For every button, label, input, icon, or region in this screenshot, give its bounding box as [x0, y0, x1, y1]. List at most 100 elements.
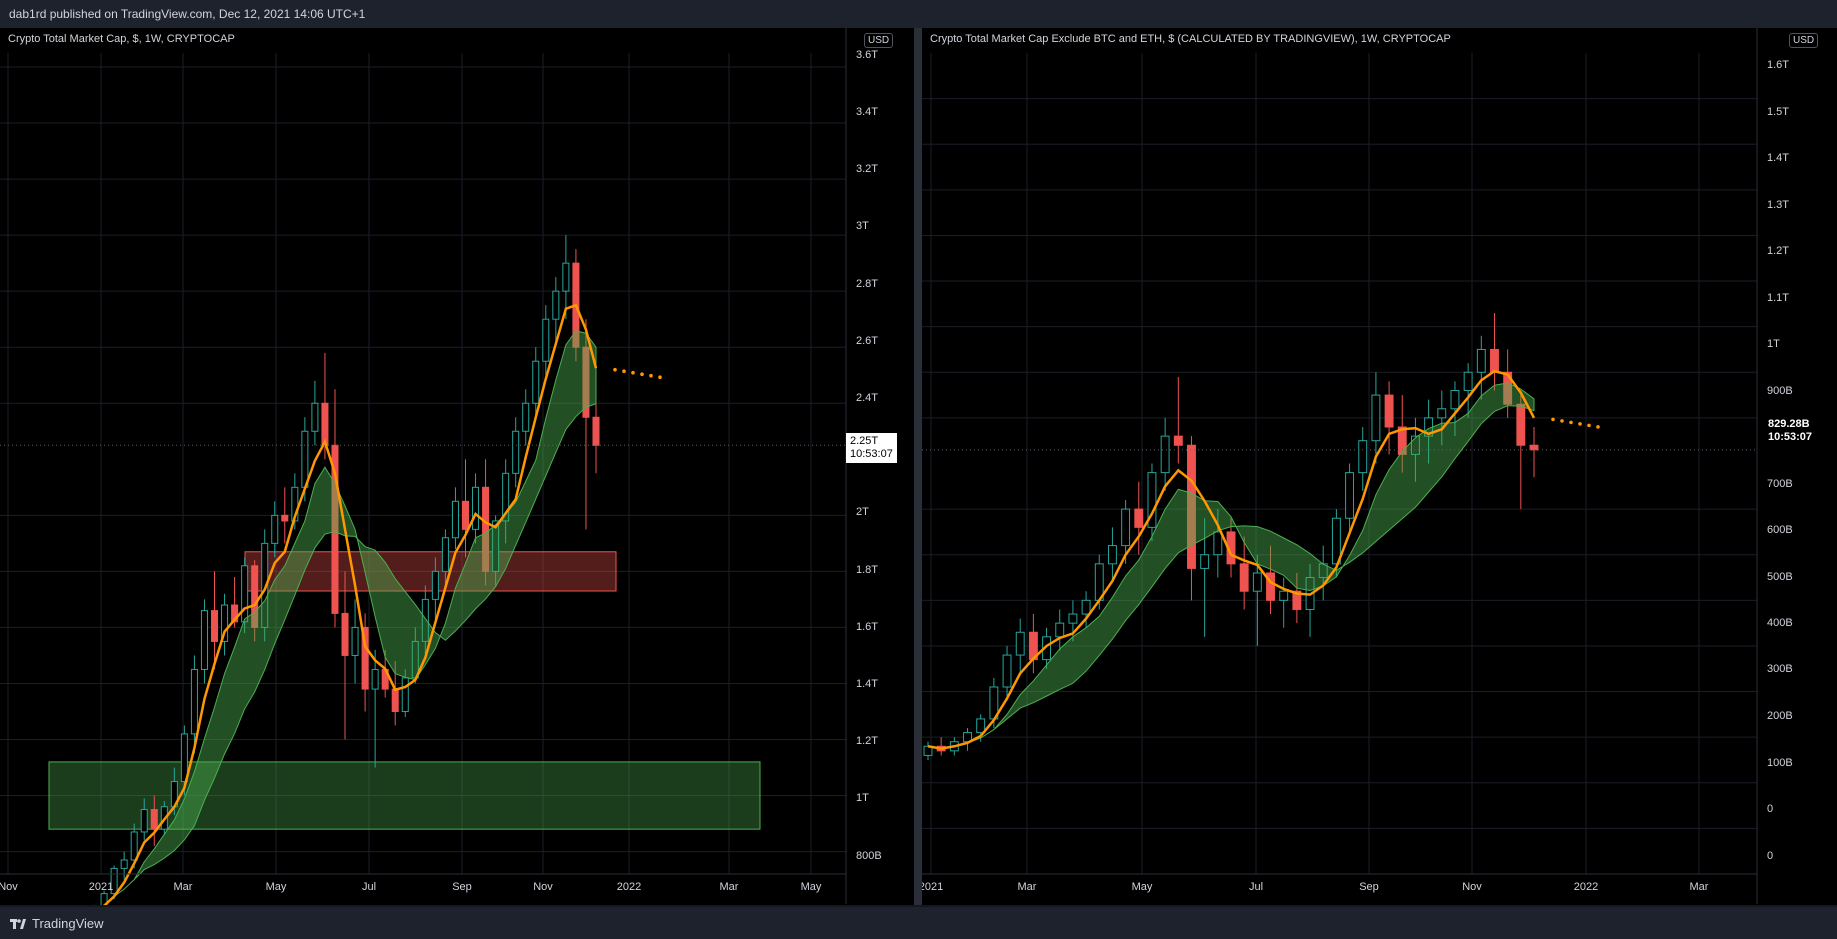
x-tick-label: 2021	[89, 881, 113, 893]
y-tick-label: 1T	[1767, 338, 1780, 350]
y-tick-label: 700B	[1767, 478, 1793, 490]
chart-panel-altcoin-market-cap[interactable]: 0 0 100B 200B 300B 400B 500B 600B 700B 900B 1T 1.1T…	[922, 28, 1837, 905]
candle-body	[552, 290, 560, 320]
x-tick-label: Sep	[452, 881, 472, 893]
x-tick-label: Nov	[1462, 881, 1482, 893]
candle-body	[1121, 508, 1131, 547]
candle-body	[1358, 440, 1368, 474]
last-price-value-left: 2.25T	[850, 435, 879, 447]
candle-body	[120, 859, 128, 869]
last-price-value-right: 829.28B	[1768, 418, 1810, 430]
projection-dot	[1578, 422, 1582, 426]
candle-body	[1279, 590, 1289, 601]
currency-button-right[interactable]: USD	[1789, 33, 1819, 48]
candle-body	[1173, 435, 1183, 446]
candle-body	[301, 430, 309, 488]
y-tick-label: 1.6T	[1767, 59, 1789, 71]
candle-body	[1200, 554, 1210, 569]
footer-bar: TradingView	[0, 907, 1837, 939]
y-tick-label: 1.6T	[856, 621, 878, 633]
candle-body	[1529, 444, 1539, 451]
candle-body	[1345, 472, 1355, 519]
projection-dot	[640, 372, 644, 377]
candle-body	[401, 677, 409, 712]
x-tick-label: 2022	[617, 881, 641, 893]
chart-canvas-left[interactable]: 800B 1T 1.2T 1.4T 1.6T 1.8T 2T 2.4T 2.6T 2.8T 3T 3.…	[0, 28, 914, 905]
projection-dot	[658, 375, 662, 380]
candle-body	[1490, 348, 1499, 373]
candle-body	[281, 514, 289, 522]
y-tick-label: 1.1T	[1767, 292, 1789, 304]
candle-body	[1134, 508, 1144, 528]
candle-body	[1463, 371, 1473, 392]
y-tick-label: 1.2T	[1767, 245, 1789, 257]
y-tick-label: 1.2T	[856, 735, 878, 747]
candle-body	[391, 688, 399, 712]
y-tick-label: 2T	[856, 506, 869, 518]
projection-dot	[622, 369, 626, 374]
projection-dot	[1560, 419, 1564, 423]
candle-body	[271, 514, 279, 544]
x-tick-label: 2022	[1574, 881, 1598, 893]
y-tick-label: 3.2T	[856, 163, 878, 175]
x-tick-label: Mar	[1690, 881, 1709, 893]
candle-body	[592, 416, 600, 446]
chart-panel-total-market-cap[interactable]: 800B 1T 1.2T 1.4T 1.6T 1.8T 2T 2.4T 2.6T 2.8T 3T 3.…	[0, 28, 914, 905]
y-tick-label: 1T	[856, 792, 869, 804]
candle-body	[321, 402, 329, 446]
candle-body	[150, 809, 158, 830]
candle-body	[441, 537, 449, 572]
candle-body	[311, 402, 319, 432]
y-tick-label: 1.4T	[1767, 152, 1789, 164]
y-tick-label: 800B	[856, 850, 882, 862]
last-price-tag-right: 829.28B 10:53:07	[1764, 416, 1817, 446]
candle-body	[1068, 613, 1078, 624]
projection-dot	[1569, 420, 1573, 425]
candle-body	[1371, 394, 1381, 442]
candle-body	[562, 262, 570, 292]
candle-body	[1213, 531, 1223, 556]
candle-body	[200, 610, 208, 670]
y-tick-label: 1.3T	[1767, 199, 1789, 211]
y-tick-label: 2.8T	[856, 278, 878, 290]
candle-body	[1516, 403, 1526, 446]
candle-body	[210, 610, 219, 642]
x-tick-label: May	[801, 881, 822, 893]
projection-dot	[649, 373, 653, 378]
y-tick-label: 200B	[1767, 710, 1793, 722]
y-tick-label: 0	[1767, 850, 1773, 862]
projection-dot	[1551, 417, 1555, 422]
chart-title-right: Crypto Total Market Cap Exclude BTC and …	[930, 33, 1451, 45]
candle-body	[1476, 348, 1486, 373]
candle-body	[241, 565, 249, 623]
panel-divider[interactable]	[914, 28, 922, 905]
candle-body	[1252, 572, 1262, 592]
publish-bar: dab1rd published on TradingView.com, Dec…	[0, 0, 1837, 28]
y-tick-label: 1.5T	[1767, 106, 1789, 118]
projection-dot	[1587, 423, 1591, 428]
candle-body	[512, 430, 520, 474]
tradingview-logo-icon	[10, 919, 26, 929]
candle-body	[461, 500, 470, 530]
y-tick-label: 3.6T	[856, 49, 878, 61]
candle-body	[542, 318, 550, 362]
x-tick-label: Nov	[533, 881, 553, 893]
candle-body	[1160, 435, 1170, 474]
candle-body	[532, 360, 540, 404]
candle-body	[472, 486, 480, 530]
currency-button-left[interactable]: USD	[864, 33, 894, 48]
candle-body	[190, 668, 198, 735]
x-tick-label: Mar	[720, 881, 739, 893]
tradingview-logo[interactable]: TradingView	[10, 915, 104, 931]
candle-body	[130, 831, 138, 861]
chart-canvas-right[interactable]: 0 0 100B 200B 300B 400B 500B 600B 700B 900B 1T 1.1T…	[922, 28, 1837, 905]
projection-dot	[1596, 425, 1600, 429]
tradingview-brand: TradingView	[32, 915, 104, 931]
candle-body	[976, 718, 986, 734]
projection-dot	[631, 370, 635, 375]
y-tick-label: 300B	[1767, 663, 1793, 675]
candle-body	[1081, 599, 1091, 615]
candle-body	[1384, 394, 1394, 428]
x-tick-label: May	[1132, 881, 1153, 893]
candle-body	[431, 570, 439, 600]
